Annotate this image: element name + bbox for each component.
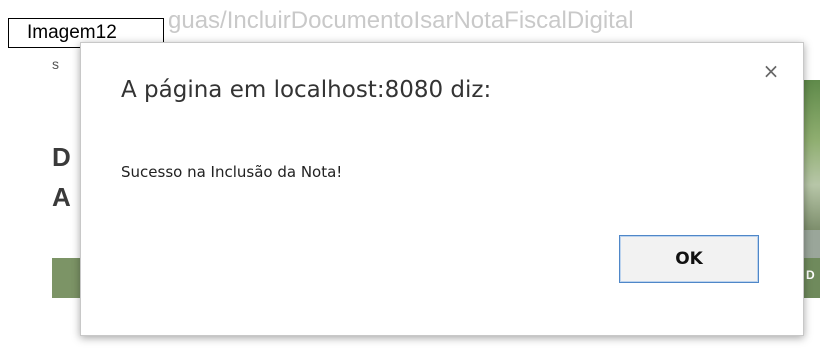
ok-button[interactable]: OK	[619, 235, 759, 283]
dialog-message: Sucesso na Inclusão da Nota!	[121, 163, 343, 181]
background-right-image	[804, 80, 820, 230]
close-icon[interactable]: ×	[761, 61, 781, 81]
background-url-text: guas/IncluirDocumentoIsarNotaFiscalDigit…	[168, 7, 634, 34]
background-left-letter-d: D	[52, 142, 71, 172]
background-right-grey-bar	[804, 230, 820, 258]
background-right-letter: D	[806, 268, 815, 282]
background-left-green-bar	[52, 258, 80, 298]
dialog-title: A página em localhost:8080 diz:	[121, 77, 492, 103]
background-left-small-text: s	[52, 56, 59, 72]
alert-dialog: A página em localhost:8080 diz: × Sucess…	[80, 42, 804, 336]
background-left-letter-a: A	[52, 182, 71, 212]
